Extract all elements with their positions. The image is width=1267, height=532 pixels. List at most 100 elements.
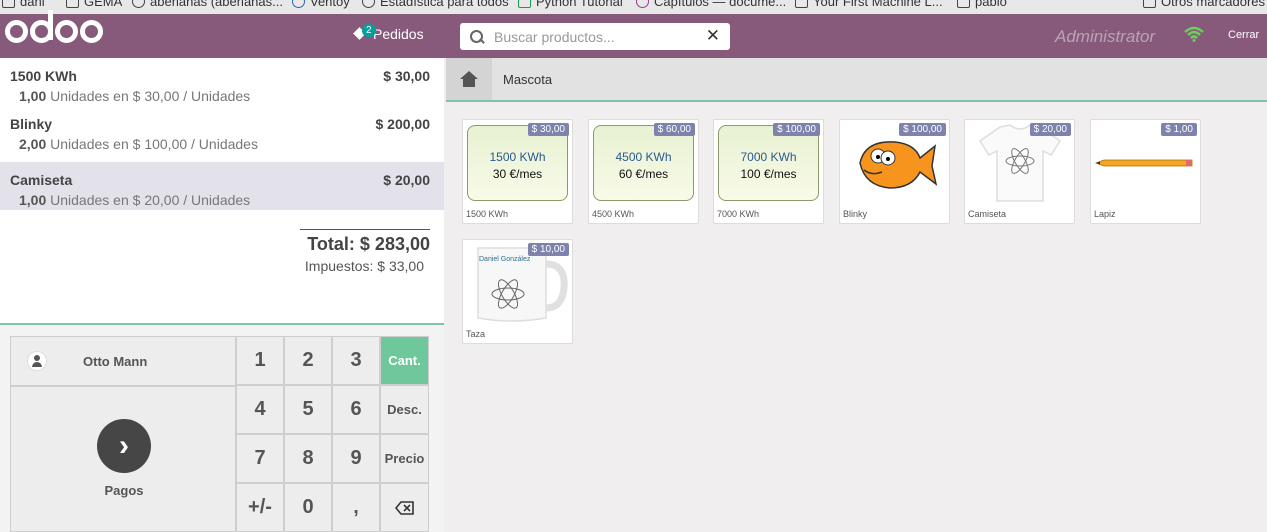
github-icon [132, 0, 145, 8]
product-name: 4500 KWh [592, 209, 635, 219]
product-name: 1500 KWh [466, 209, 509, 219]
numpad-key-2[interactable]: 2 [284, 336, 332, 385]
bookmark-python[interactable]: Python Tutorial [518, 0, 623, 9]
order-line-selected[interactable]: Camiseta $ 20,00 1,00 Unidades en $ 20,0… [0, 162, 444, 210]
breadcrumb-category[interactable]: Mascota [503, 72, 552, 87]
user-icon [27, 351, 47, 371]
bookmarks-bar: dani GEMA aberlanas (aberlanas... Ventoy… [0, 0, 1267, 14]
price-tag: $ 10,00 [527, 243, 569, 256]
price-tag: $ 20,00 [1029, 123, 1071, 136]
product-search: ✕ [460, 23, 730, 50]
price-tag: $ 30,00 [527, 123, 569, 136]
customer-button[interactable]: Otto Mann [10, 336, 236, 386]
chevron-right-icon: › [97, 419, 151, 473]
user-name: Administrator [1055, 27, 1156, 46]
bookmark-aberlanas[interactable]: aberlanas (aberlanas... [132, 0, 283, 9]
folder-icon [66, 0, 79, 8]
backspace-button[interactable] [380, 483, 429, 532]
fish-icon [858, 141, 937, 189]
bookmark-pablo[interactable]: pablo [957, 0, 1007, 9]
order-line[interactable]: 1500 KWh $ 30,00 1,00 Unidades en $ 30,0… [0, 58, 444, 106]
numpad-key-1[interactable]: 1 [236, 336, 284, 385]
product-list: 1500 KWh 30 €/mes $ 30,00 1500 KWh 4500 K… [446, 104, 1267, 532]
orders-count-badge: 2 [362, 24, 376, 37]
mode-quantity-button[interactable]: Cant. [380, 336, 429, 385]
product-card[interactable]: $ 1,00 Lapiz [1090, 119, 1201, 224]
product-name: Camiseta [968, 209, 1007, 219]
pos-header: Pedidos 2 ✕ Administrator Cerrar [0, 10, 1267, 58]
folder-icon [2, 0, 15, 8]
product-card[interactable]: 1500 KWh 30 €/mes $ 30,00 1500 KWh [462, 119, 573, 224]
backspace-icon [394, 500, 414, 515]
pencil-icon [1094, 159, 1192, 167]
customer-name: Otto Mann [83, 353, 148, 369]
numpad: 1 2 3 Cant. 4 5 6 Desc. 7 8 9 Precio +/-… [236, 336, 429, 532]
product-name: 7000 KWh [717, 209, 760, 219]
product-name: Blinky [843, 209, 868, 219]
order-line-price: $ 20,00 [383, 172, 430, 188]
orders-label: Pedidos [373, 26, 424, 42]
product-card[interactable]: $ 20,00 Camiseta [964, 119, 1075, 224]
price-tag: $ 1,00 [1161, 123, 1197, 136]
product-card[interactable]: 4500 KWh 60 €/mes $ 60,00 4500 KWh [588, 119, 699, 224]
wifi-icon [1184, 26, 1204, 42]
numpad-key-6[interactable]: 6 [332, 385, 380, 434]
folder-icon [1143, 0, 1156, 8]
numpad-key-9[interactable]: 9 [332, 434, 380, 483]
numpad-key-7[interactable]: 7 [236, 434, 284, 483]
numpad-key-decimal[interactable]: , [332, 483, 380, 532]
numpad-key-8[interactable]: 8 [284, 434, 332, 483]
product-card[interactable]: Daniel González $ 10,00 Taza [462, 239, 573, 344]
numpad-key-5[interactable]: 5 [284, 385, 332, 434]
order-line-name: 1500 KWh [10, 68, 77, 84]
odoo-logo [5, 10, 103, 43]
close-button[interactable]: Cerrar [1228, 29, 1259, 41]
bookmark-gema[interactable]: GEMA [66, 0, 122, 9]
price-tag: $ 100,00 [899, 123, 946, 136]
order-line-info: 2,00 Unidades en $ 100,00 / Unidades [19, 136, 258, 152]
order-line-info: 1,00 Unidades en $ 30,00 / Unidades [19, 88, 251, 104]
order-line-info: 1,00 Unidades en $ 20,00 / Unidades [19, 192, 251, 208]
order-panel: 1500 KWh $ 30,00 1,00 Unidades en $ 30,0… [0, 58, 444, 325]
bookmark-dani[interactable]: dani [2, 0, 45, 9]
globe-icon [362, 0, 375, 8]
order-taxes: Impuestos: $ 33,00 [304, 258, 424, 274]
bookmark-capitulos[interactable]: Capítulos — docume... [636, 0, 786, 9]
price-tag: $ 100,00 [773, 123, 820, 136]
product-name: Lapiz [1094, 209, 1116, 219]
total-divider [300, 229, 430, 230]
bookmark-machine-learning[interactable]: Your First Machine L... [795, 0, 943, 9]
numpad-key-sign[interactable]: +/- [236, 483, 284, 532]
product-name: Taza [466, 329, 486, 339]
price-tag: $ 60,00 [653, 123, 695, 136]
mode-discount-button[interactable]: Desc. [380, 385, 429, 434]
category-breadcrumbs: Mascota [446, 58, 1267, 102]
order-line-price: $ 30,00 [383, 68, 430, 84]
search-input[interactable] [494, 28, 694, 45]
mug-print-text: Daniel González [479, 256, 531, 263]
payment-button[interactable]: › Pagos [10, 386, 236, 532]
search-icon [470, 29, 484, 44]
numpad-key-0[interactable]: 0 [284, 483, 332, 532]
order-line[interactable]: Blinky $ 200,00 2,00 Unidades en $ 100,0… [0, 106, 444, 154]
python-icon [518, 0, 531, 8]
order-line-name: Blinky [10, 116, 53, 132]
actions-pad: Otto Mann › Pagos 1 2 3 Cant. 4 5 6 Desc… [0, 325, 444, 532]
ventoy-icon [292, 0, 305, 8]
home-icon [459, 71, 479, 87]
bookmark-estadistica[interactable]: Estadística para todos [362, 0, 509, 9]
bookmark-otros[interactable]: Otros marcadores [1143, 0, 1265, 9]
numpad-key-3[interactable]: 3 [332, 336, 380, 385]
order-line-price: $ 200,00 [375, 116, 431, 132]
monitor-icon [795, 0, 808, 8]
order-total: Total: $ 283,00 [307, 234, 430, 254]
bookmark-ventoy[interactable]: Ventoy [292, 0, 350, 9]
home-category-button[interactable] [446, 58, 492, 100]
product-card[interactable]: 7000 KWh 100 €/mes $ 100,00 7000 KWh [713, 119, 824, 224]
clear-search-icon[interactable]: ✕ [706, 26, 720, 46]
folder-icon [957, 0, 970, 8]
product-card[interactable]: $ 100,00 Blinky [839, 119, 950, 224]
payment-label: Pagos [104, 483, 144, 498]
mode-price-button[interactable]: Precio [380, 434, 429, 483]
numpad-key-4[interactable]: 4 [236, 385, 284, 434]
